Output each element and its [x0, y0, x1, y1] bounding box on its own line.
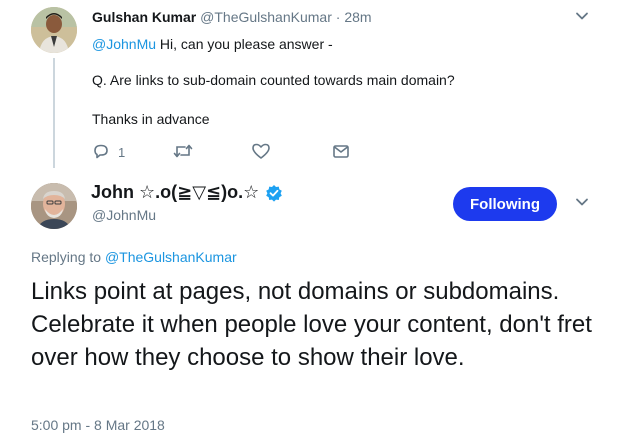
- like-button[interactable]: [251, 142, 271, 163]
- parent-author-name[interactable]: Gulshan Kumar: [92, 9, 196, 25]
- reply-count: 1: [118, 145, 126, 160]
- verified-badge-icon: [265, 184, 283, 202]
- direct-message-icon: [332, 142, 350, 163]
- mention-link[interactable]: @JohnMu: [92, 36, 156, 52]
- chevron-down-icon[interactable]: [575, 195, 589, 214]
- parent-tweet-header: Gulshan Kumar @TheGulshanKumar · 28m: [92, 9, 372, 25]
- reply-icon: [92, 142, 110, 163]
- tweet-timestamp[interactable]: 5:00 pm - 8 Mar 2018: [31, 417, 165, 433]
- retweet-icon: [173, 142, 193, 163]
- direct-message-button[interactable]: [332, 142, 350, 163]
- main-tweet-text: Links point at pages, not domains or sub…: [31, 278, 592, 371]
- following-button[interactable]: Following: [453, 187, 557, 221]
- separator-dot: ·: [335, 9, 341, 25]
- parent-tweet-closing: Thanks in advance: [92, 111, 210, 127]
- reply-button[interactable]: 1: [92, 142, 125, 163]
- like-icon: [251, 142, 271, 163]
- main-author-name[interactable]: John ☆.o(≧▽≦)o.☆: [91, 182, 259, 203]
- thread-connector-line: [53, 58, 55, 168]
- parent-tweet-greeting: @JohnMu Hi, can you please answer -: [92, 34, 333, 54]
- greeting-text: Hi, can you please answer -: [156, 36, 333, 52]
- gulshan-avatar[interactable]: [31, 7, 77, 53]
- main-author-handle[interactable]: @JohnMu: [92, 207, 156, 223]
- replying-to-line: Replying to @TheGulshanKumar: [31, 249, 237, 265]
- parent-tweet-time[interactable]: 28m: [344, 9, 371, 25]
- chevron-down-icon[interactable]: [575, 9, 589, 28]
- retweet-button[interactable]: [173, 142, 193, 163]
- replying-prefix: Replying to: [31, 249, 105, 265]
- main-author-name-row: John ☆.o(≧▽≦)o.☆: [91, 182, 283, 203]
- replying-mention-link[interactable]: @TheGulshanKumar: [105, 249, 237, 265]
- john-avatar[interactable]: [31, 183, 77, 229]
- parent-tweet-question: Q. Are links to sub-domain counted towar…: [92, 72, 455, 88]
- parent-author-handle[interactable]: @TheGulshanKumar: [200, 9, 332, 25]
